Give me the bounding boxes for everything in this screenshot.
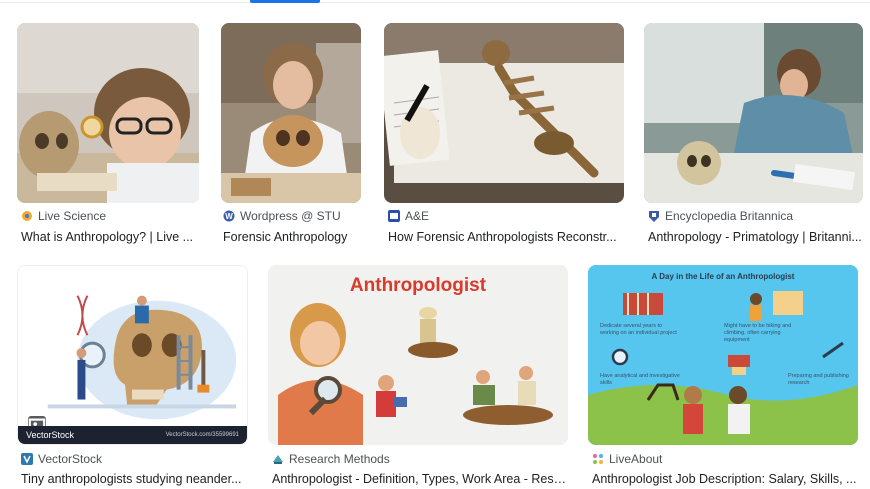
watermark-bar: VectorStock VectorStock.com/35599691 [18,426,247,444]
result-source-label: Live Science [38,209,107,223]
image-caption: Dedicate several years to working on an … [600,323,677,336]
result-thumbnail[interactable] [17,23,199,203]
result-source-label: Wordpress @ STU [240,209,341,223]
result-thumbnail[interactable] [221,23,361,203]
result-source: VectorStock [21,452,102,466]
ae-favicon-icon [388,210,400,222]
image-caption: Preparing and publishing research [788,373,849,386]
image-result-card[interactable]: Encyclopedia Britannica Anthropology - P… [644,23,863,248]
result-thumbnail[interactable]: Anthropologist [268,265,568,445]
result-title[interactable]: Tiny anthropologists studying neander... [21,472,248,486]
liveabout-favicon-icon [593,454,603,464]
result-source-label: A&E [405,209,430,223]
image-result-card[interactable]: A Day in the Life of an Anthropologist D… [588,265,858,489]
watermark-text: VectorStock [26,430,75,440]
image-result-card[interactable]: VectorStock VectorStock.com/35599691 Vec… [17,265,248,489]
image-result-card[interactable]: A&E How Forensic Anthropologists Reconst… [384,23,624,248]
image-heading: Anthropologist [349,275,487,296]
result-source: W Wordpress @ STU [223,209,341,223]
result-thumbnail[interactable]: A Day in the Life of an Anthropologist D… [588,265,858,445]
result-title[interactable]: Forensic Anthropology [223,230,361,244]
watermark-url: VectorStock.com/35599691 [165,432,239,438]
image-heading: A Day in the Life of an Anthropologist [651,272,795,281]
result-title[interactable]: Anthropology - Primatology | Britanni... [648,230,863,244]
result-title[interactable]: How Forensic Anthropologists Reconstr... [388,230,624,244]
active-tab-indicator [250,0,320,3]
research-methods-favicon-icon [273,455,283,464]
result-thumbnail[interactable] [384,23,624,203]
image-caption: Have analytical and investigative skills [600,373,680,386]
result-title[interactable]: Anthropologist - Definition, Types, Work… [272,472,568,486]
result-title[interactable]: Anthropologist Job Description: Salary, … [592,472,858,486]
image-result-card[interactable]: Anthropologist Research Methods Anthropo… [268,265,568,489]
live-science-favicon-icon [22,211,32,221]
britannica-favicon-icon [649,211,659,222]
result-thumbnail[interactable]: VectorStock VectorStock.com/35599691 [17,265,248,445]
vectorstock-favicon-icon [21,453,33,465]
result-source: Live Science [21,209,106,223]
result-source-label: Encyclopedia Britannica [665,209,794,223]
result-source: LiveAbout [592,452,662,466]
tab-bar-border [0,0,870,3]
result-title[interactable]: What is Anthropology? | Live ... [21,230,199,244]
result-source-label: Research Methods [289,452,390,466]
result-source-label: VectorStock [38,452,103,466]
wordpress-favicon-icon: W [223,210,235,222]
svg-text:W: W [225,212,233,221]
result-thumbnail[interactable] [644,23,863,203]
result-source: Research Methods [272,452,390,466]
image-caption: Might have to be hiking and climbing, of… [724,323,792,343]
image-result-card[interactable]: W Wordpress @ STU Forensic Anthropology [221,23,361,248]
result-source-label: LiveAbout [609,452,663,466]
result-source: Encyclopedia Britannica [648,209,793,223]
result-source: A&E [388,209,429,223]
image-result-card[interactable]: Live Science What is Anthropology? | Liv… [17,23,199,248]
